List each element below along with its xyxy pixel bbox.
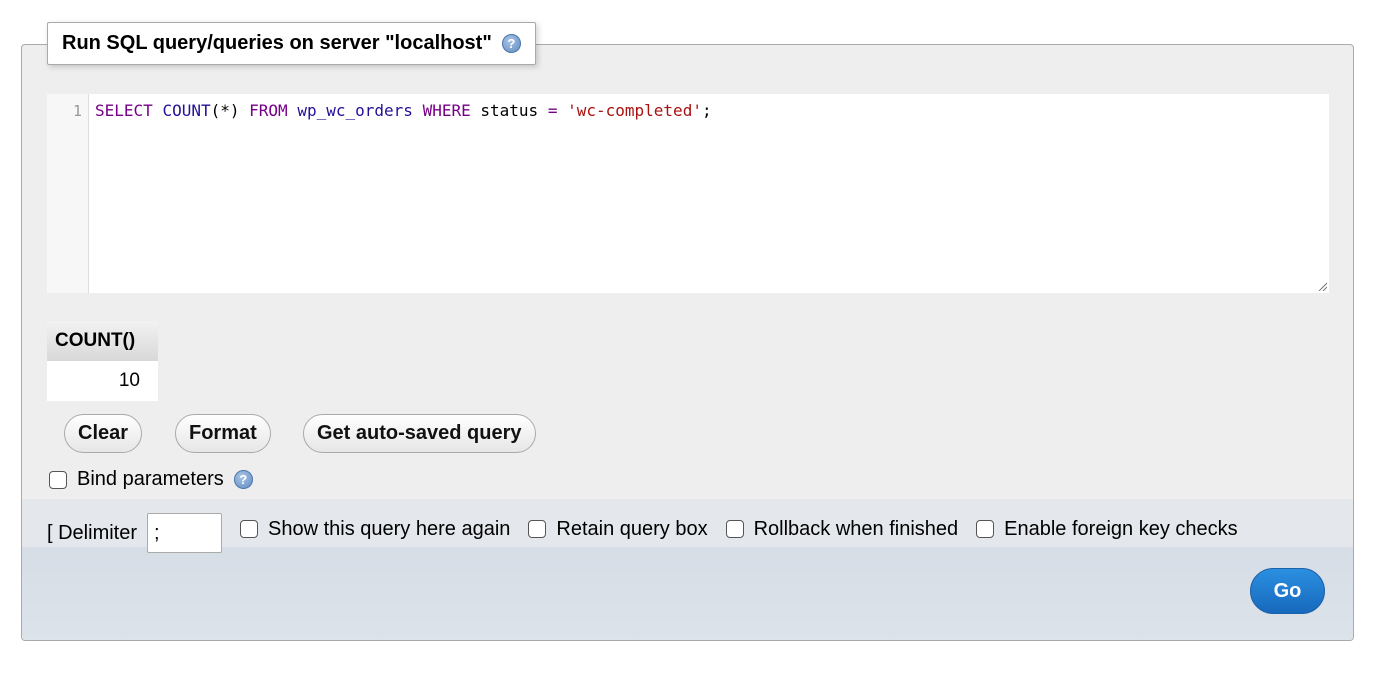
help-icon[interactable]: ?	[233, 470, 253, 489]
statement-end: ;	[701, 101, 712, 120]
foreign-key-checks-label[interactable]: Enable foreign key checks	[1004, 518, 1237, 541]
get-autosaved-query-button[interactable]: Get auto-saved query	[303, 414, 536, 453]
bind-parameters-label[interactable]: Bind parameters	[77, 468, 224, 491]
help-icon[interactable]: ?	[501, 34, 521, 53]
panel-title: Run SQL query/queries on server "localho…	[62, 32, 492, 54]
resize-grip-icon[interactable]	[1317, 281, 1327, 291]
line-number: 1	[72, 102, 82, 120]
submit-band	[22, 547, 1353, 640]
result-column-header[interactable]: COUNT()	[47, 321, 158, 361]
query-options: [ Delimiter Show this query here again R…	[47, 513, 1238, 553]
format-button[interactable]: Format	[175, 414, 271, 453]
rollback-checkbox[interactable]	[725, 520, 744, 538]
retain-query-box-option: Retain query box	[528, 518, 708, 541]
rollback-option: Rollback when finished	[725, 518, 959, 541]
keyword-where: WHERE	[422, 101, 471, 120]
function-count: COUNT	[162, 101, 211, 120]
show-query-again-label[interactable]: Show this query here again	[268, 518, 510, 541]
result-cell: 10	[47, 361, 158, 401]
sql-code-line[interactable]: SELECT COUNT(*) FROM wp_wc_orders WHERE …	[95, 101, 712, 120]
clear-button[interactable]: Clear	[64, 414, 143, 453]
keyword-from: FROM	[249, 101, 288, 120]
foreign-key-checks-option: Enable foreign key checks	[976, 518, 1238, 541]
show-query-again-option: Show this query here again	[240, 518, 510, 541]
result-table: COUNT() 10	[47, 321, 158, 401]
go-button[interactable]: Go	[1250, 568, 1325, 614]
string-value: 'wc-completed'	[567, 101, 702, 120]
panel-legend: Run SQL query/queries on server "localho…	[47, 22, 536, 65]
table-name: wp_wc_orders	[297, 101, 413, 120]
column-name: status	[480, 101, 539, 120]
foreign-key-checks-checkbox[interactable]	[976, 520, 995, 538]
table-row: 10	[47, 361, 158, 401]
bind-parameters-checkbox[interactable]	[49, 470, 67, 489]
delimiter-input[interactable]	[147, 513, 223, 553]
bind-parameters-option: Bind parameters ?	[49, 468, 253, 491]
delimiter-label: [ Delimiter	[47, 521, 138, 544]
rollback-label[interactable]: Rollback when finished	[754, 518, 959, 541]
sql-editor[interactable]: 1 SELECT COUNT(*) FROM wp_wc_orders WHER…	[47, 94, 1329, 293]
retain-query-box-label[interactable]: Retain query box	[556, 518, 707, 541]
retain-query-box-checkbox[interactable]	[528, 520, 547, 538]
line-gutter: 1	[47, 94, 89, 293]
keyword-select: SELECT	[95, 101, 153, 120]
count-args: (*)	[210, 101, 240, 120]
show-query-again-checkbox[interactable]	[240, 520, 259, 538]
operator: =	[547, 101, 558, 120]
